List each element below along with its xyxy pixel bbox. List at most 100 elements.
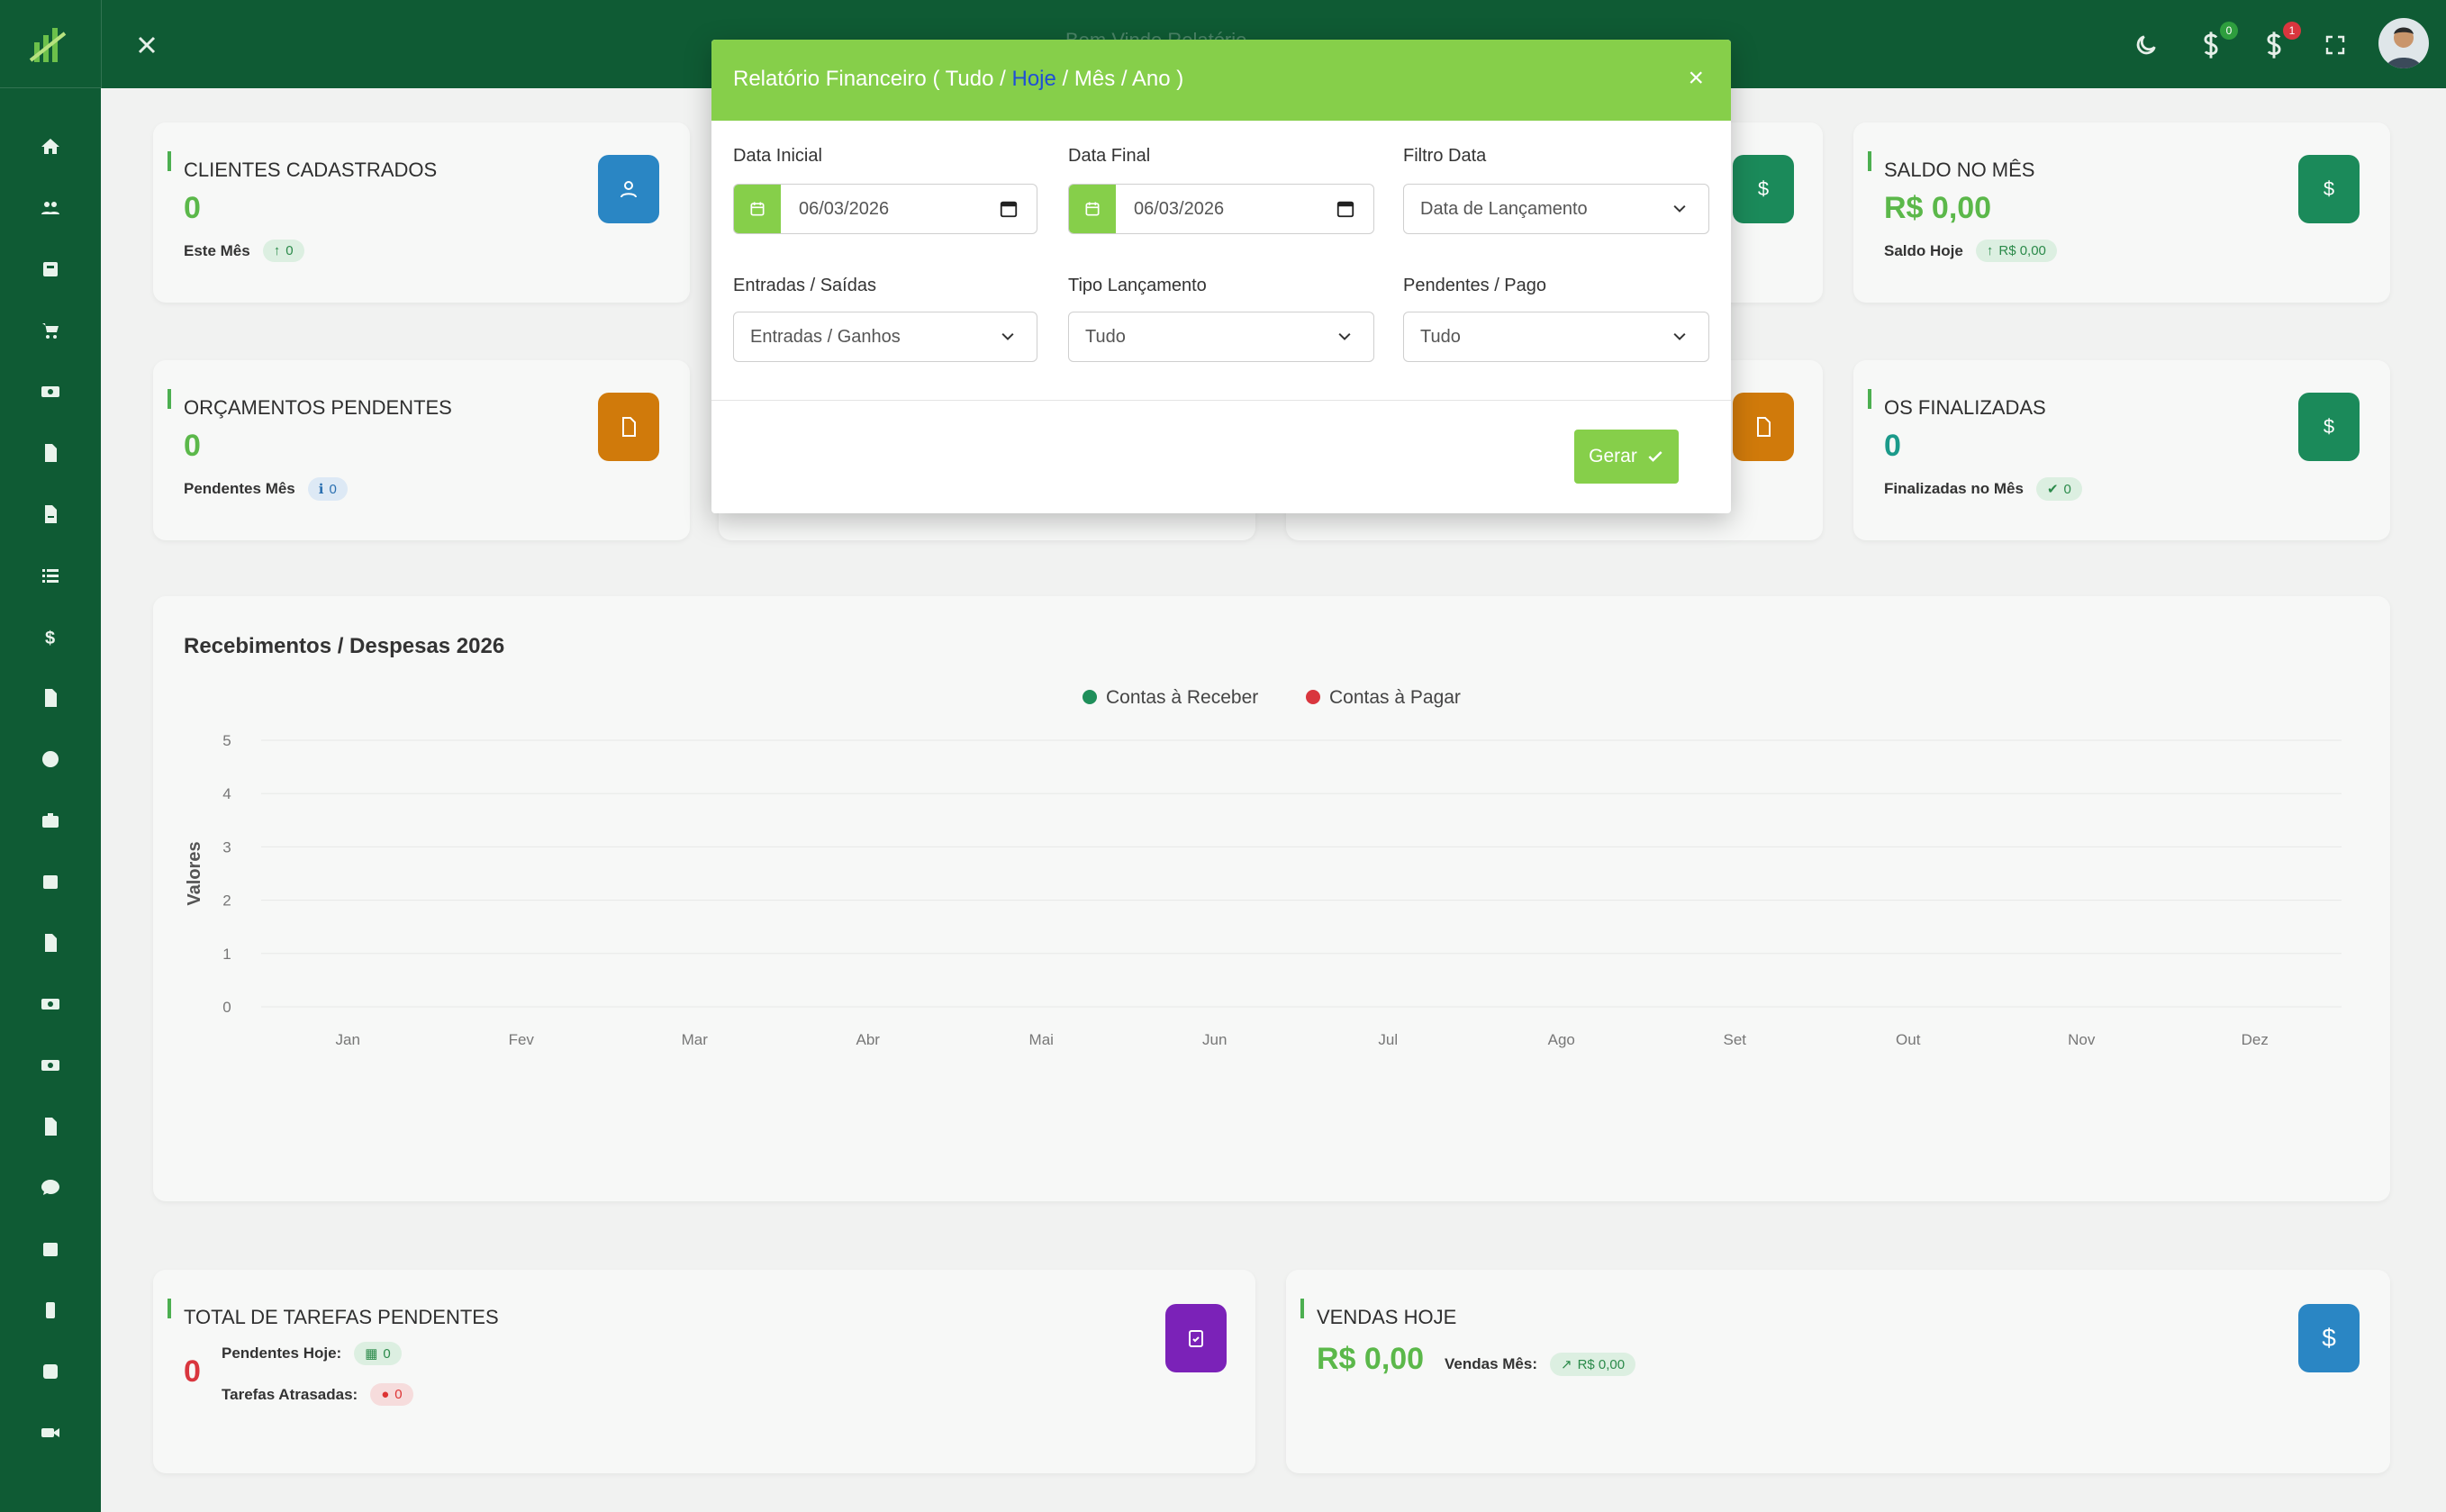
tipo-lancamento-select[interactable]: Tudo	[1068, 312, 1374, 362]
card-sub-label: Finalizadas no Mês	[1884, 480, 2024, 497]
payables-badge: 1	[2283, 22, 2301, 40]
chevron-down-icon	[1001, 332, 1014, 340]
chart-card: Recebimentos / Despesas 2026 Contas à Re…	[153, 596, 2390, 1201]
entradas-saidas-label: Entradas / Saídas	[733, 276, 876, 295]
payables-button[interactable]: 1	[2254, 22, 2301, 65]
card-value: 0	[1884, 429, 1901, 463]
calendar-picker-icon[interactable]	[999, 199, 1019, 219]
x-tick-label: Mai	[1029, 1031, 1054, 1048]
legend-label: Contas à Pagar	[1329, 687, 1461, 708]
sidebar-item-mobile[interactable]	[0, 1288, 101, 1333]
user-icon	[621, 181, 637, 198]
calendar-icon	[750, 202, 765, 216]
sidebar-item-receipts[interactable]	[0, 1043, 101, 1088]
check-circle-icon: ✔	[2046, 482, 2059, 497]
data-inicial-value: 06/03/2026	[799, 198, 890, 219]
filtro-data-select[interactable]: Data de Lançamento	[1403, 184, 1709, 234]
x-tick-label: Mar	[682, 1031, 709, 1048]
data-final-prefix	[1069, 185, 1116, 233]
money-bill-icon	[41, 999, 59, 1010]
calendar-picker-icon[interactable]	[1336, 199, 1355, 219]
x-tick-label: Ago	[1548, 1031, 1575, 1048]
card-value: 0	[184, 429, 201, 463]
entradas-saidas-value: Entradas / Ganhos	[750, 326, 901, 347]
calendar-check-icon: ▦	[365, 1346, 378, 1362]
gerar-button[interactable]: Gerar	[1574, 430, 1679, 484]
chevron-down-icon	[1673, 332, 1686, 340]
users-icon	[41, 202, 59, 214]
tarefas-atrasadas: Tarefas Atrasadas: ● 0	[222, 1383, 413, 1406]
pendentes-hoje: Pendentes Hoje: ▦ 0	[222, 1342, 402, 1365]
tasks-card-icon	[1165, 1304, 1227, 1372]
money-icon	[41, 386, 59, 397]
home-icon	[41, 139, 59, 154]
sidebar-item-cash[interactable]	[0, 369, 101, 414]
x-tick-label: Abr	[856, 1031, 881, 1048]
pendentes-pago-select[interactable]: Tudo	[1403, 312, 1709, 362]
receivables-button[interactable]: 0	[2191, 22, 2238, 65]
card-sub-value: R$ 0,00	[1998, 243, 2046, 258]
card-title: TOTAL DE TAREFAS PENDENTES	[168, 1299, 499, 1328]
data-inicial-input[interactable]: 06/03/2026	[733, 184, 1037, 234]
sidebar-item-schedule[interactable]	[0, 1227, 101, 1272]
financial-report-modal: Relatório Financeiro ( Tudo / Hoje / Mês…	[711, 40, 1731, 513]
svg-text:$: $	[45, 629, 55, 647]
card-sub-label: Pendentes Mês	[184, 480, 295, 497]
sidebar-item-contracts[interactable]	[0, 1104, 101, 1149]
sidebar-item-sales[interactable]	[0, 308, 101, 353]
modal-title-highlight[interactable]: Hoje	[1011, 67, 1055, 91]
list-icon	[42, 569, 59, 583]
sidebar-item-payments[interactable]	[0, 982, 101, 1027]
card-clientes: CLIENTES CADASTRADOS 0 Este Mês ↑ 0	[153, 122, 690, 303]
avatar-icon	[2386, 27, 2422, 68]
data-final-input[interactable]: 06/03/2026	[1068, 184, 1374, 234]
sidebar-item-chat[interactable]	[0, 1165, 101, 1210]
app-logo[interactable]	[0, 0, 101, 88]
card-title: OS FINALIZADAS	[1868, 389, 2046, 419]
user-card-icon	[598, 155, 659, 223]
card-sub-label: Este Mês	[184, 241, 250, 259]
briefcase-icon	[42, 813, 59, 828]
sidebar-item-list[interactable]	[0, 553, 101, 598]
sidebar-item-web[interactable]	[0, 737, 101, 782]
modal-close-button[interactable]: ×	[1688, 65, 1704, 92]
sidebar-item-services[interactable]	[0, 798, 101, 843]
card-value: 0	[184, 191, 201, 225]
x-tick-label: Set	[1723, 1031, 1746, 1048]
card-os: OS FINALIZADAS 0 Finalizadas no Mês ✔ 0 $	[1853, 360, 2390, 540]
fullscreen-button[interactable]	[2317, 27, 2353, 63]
sidebar-item-edit[interactable]	[0, 920, 101, 965]
legend-marker	[1306, 690, 1320, 704]
sidebar-item-reports[interactable]	[0, 675, 101, 720]
y-tick-label: 3	[222, 838, 231, 856]
dollar-card-icon: $	[2298, 155, 2360, 223]
x-tick-label: Out	[1896, 1031, 1921, 1048]
vendas-mes: Vendas Mês: ↗ R$ 0,00	[1445, 1353, 1636, 1376]
sidebar-item-phone[interactable]	[0, 1349, 101, 1394]
sidebar-item-products[interactable]	[0, 247, 101, 292]
file-signature-icon	[45, 1118, 57, 1136]
file-icon	[622, 417, 636, 437]
card-sub: Saldo Hoje ↑ R$ 0,00	[1884, 240, 2057, 262]
sidebar-item-clients[interactable]	[0, 186, 101, 231]
dollar-card-icon: $	[1733, 155, 1794, 223]
arrow-up-icon: ↑	[1986, 243, 1994, 258]
card-title: CLIENTES CADASTRADOS	[167, 151, 438, 181]
tarefas-atrasadas-pill: ● 0	[370, 1383, 413, 1406]
dark-mode-toggle[interactable]	[2128, 27, 2164, 63]
sidebar-item-invoices[interactable]	[0, 492, 101, 537]
clipboard-icon	[1189, 1330, 1203, 1347]
sidebar-item-calendar[interactable]	[0, 859, 101, 904]
pendentes-hoje-value: 0	[383, 1345, 391, 1362]
close-sidebar-button[interactable]	[129, 27, 165, 63]
entradas-saidas-select[interactable]: Entradas / Ganhos	[733, 312, 1037, 362]
x-tick-label: Nov	[2068, 1031, 2096, 1048]
moon-icon	[2136, 35, 2156, 55]
y-tick-label: 1	[222, 946, 231, 963]
sidebar-item-video[interactable]	[0, 1410, 101, 1455]
sidebar-item-home[interactable]	[0, 124, 101, 169]
sidebar-item-documents[interactable]	[0, 430, 101, 475]
user-avatar[interactable]	[2378, 18, 2429, 68]
chart: Contas à Receber Contas à Pagar 0 1 2 3 4 5 Valo…	[185, 687, 2342, 1048]
sidebar-item-finance[interactable]: $	[0, 614, 101, 659]
